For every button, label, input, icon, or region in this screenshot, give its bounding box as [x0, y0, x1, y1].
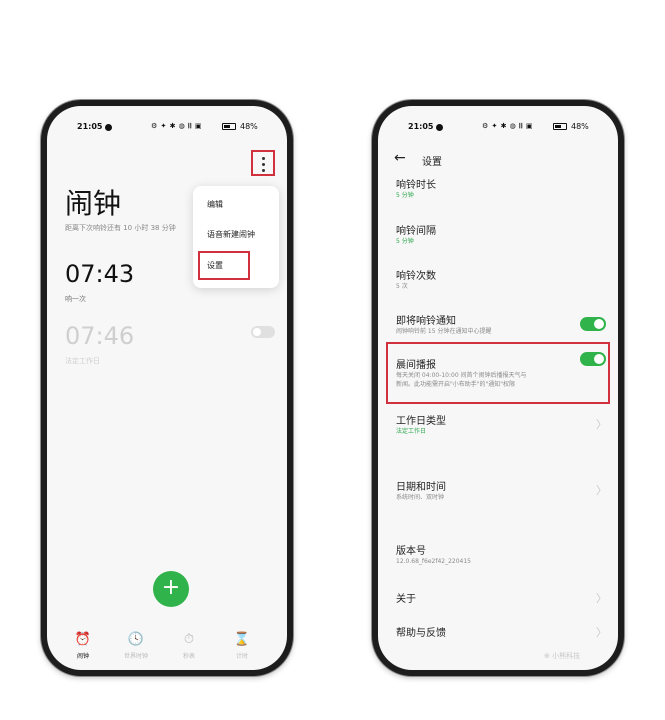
alarm-toggle[interactable] [251, 326, 275, 338]
setting-date-time[interactable]: 日期和时间 [396, 478, 446, 493]
alarm-repeat-label: 响一次 [65, 295, 86, 303]
setting-workday-type[interactable]: 工作日类型 [396, 412, 446, 427]
tab-timer[interactable]: ⌛ 计时 [218, 632, 266, 660]
stopwatch-icon: ⏱ [183, 632, 195, 647]
settings-screen: 21:05 ⚙ ✦ ✱ ◍ 𝄃𝄃 ▣ 48% ← 设置 响铃时长 5 分钟 响铃… [378, 106, 618, 670]
more-options-button[interactable] [251, 150, 275, 176]
status-icons: ⚙ ✦ ✱ ◍ 𝄃𝄃 ▣ [151, 122, 202, 130]
setting-morning-broadcast: 晨间播报 [396, 360, 436, 371]
phone-settings: 21:05 ⚙ ✦ ✱ ◍ 𝄃𝄃 ▣ 48% ← 设置 响铃时长 5 分钟 响铃… [372, 100, 624, 676]
watermark-text: ⊕ 小熊科技 [544, 652, 581, 660]
setting-description: 闹钟响铃前 15 分钟在通知中心提醒 [396, 328, 492, 335]
alarm-time[interactable]: 07:43 [65, 260, 134, 288]
tab-alarm[interactable]: ⏰ 闹钟 [59, 632, 107, 660]
camera-dot-icon [436, 124, 443, 131]
page-title: 闹钟 [65, 187, 122, 220]
tab-world-clock[interactable]: 🕓 世界时钟 [112, 632, 160, 660]
menu-item-settings[interactable]: 设置 [207, 260, 223, 271]
setting-help-feedback[interactable]: 帮助与反馈 [396, 624, 446, 639]
bottom-tab-bar: ⏰ 闹钟 🕓 世界时钟 ⏱ 秒表 ⌛ 计时 [47, 626, 287, 670]
camera-dot-icon [105, 124, 112, 131]
overflow-menu: 编辑 语音新建闹钟 设置 [193, 186, 279, 288]
setting-version: 版本号 [396, 546, 426, 557]
setting-upcoming-notification: 即将响铃通知 [396, 316, 456, 327]
setting-value: 系统时间、双时钟 [396, 494, 445, 501]
next-alarm-countdown: 距离下次响铃还有 10 小时 38 分钟 [65, 224, 176, 232]
hourglass-icon: ⌛ [233, 632, 251, 647]
version-number: 12.0.68_f6e2f42_220415 [396, 558, 471, 565]
more-dot-icon [261, 163, 265, 166]
page-title: 设置 [422, 157, 442, 168]
chevron-right-icon: 〉 [596, 626, 607, 639]
upcoming-notification-toggle[interactable] [580, 317, 606, 331]
status-time: 21:05 [408, 122, 434, 131]
alarm-clock-icon: ⏰ [74, 632, 92, 647]
setting-ring-interval[interactable]: 响铃间隔 [396, 222, 436, 237]
morning-broadcast-toggle[interactable] [580, 352, 606, 366]
status-bar: 21:05 ⚙ ✦ ✱ ◍ 𝄃𝄃 ▣ 48% [47, 122, 287, 136]
setting-description: 新闻。此功能需开启"小布助手"的"通知"权限 [396, 381, 516, 388]
back-arrow-icon[interactable]: ← [394, 150, 406, 166]
setting-value: 5 分钟 [396, 192, 414, 199]
menu-item-edit[interactable]: 编辑 [207, 199, 223, 210]
clock-icon: 🕓 [127, 632, 145, 647]
add-alarm-button[interactable]: + [153, 571, 189, 607]
setting-value: 5 分钟 [396, 238, 414, 245]
phone-clock: 21:05 ⚙ ✦ ✱ ◍ 𝄃𝄃 ▣ 48% 闹钟 距离下次响铃还有 10 小时… [41, 100, 293, 676]
tab-label: 计时 [235, 653, 248, 660]
status-bar: 21:05 ⚙ ✦ ✱ ◍ 𝄃𝄃 ▣ 48% [378, 122, 618, 136]
status-time: 21:05 [77, 122, 103, 131]
setting-description: 每天关闭 04:00-10:00 间首个闹钟后播报天气与 [396, 372, 527, 379]
more-dot-icon [261, 157, 265, 160]
chevron-right-icon: 〉 [596, 592, 607, 605]
setting-ring-duration[interactable]: 响铃时长 [396, 176, 436, 191]
battery-icon [553, 123, 567, 130]
more-dot-icon [261, 169, 265, 172]
setting-about[interactable]: 关于 [396, 590, 416, 605]
menu-item-voice-new-alarm[interactable]: 语音新建闹钟 [207, 229, 255, 240]
battery-percent: 48% [240, 122, 258, 131]
status-icons: ⚙ ✦ ✱ ◍ 𝄃𝄃 ▣ [482, 122, 533, 130]
alarm-repeat-label: 法定工作日 [65, 357, 100, 365]
tab-label: 世界时钟 [123, 653, 148, 660]
setting-ring-count[interactable]: 响铃次数 [396, 267, 436, 282]
chevron-right-icon: 〉 [596, 418, 607, 431]
alarm-time[interactable]: 07:46 [65, 322, 134, 350]
battery-percent: 48% [571, 122, 589, 131]
chevron-right-icon: 〉 [596, 484, 607, 497]
tab-label: 闹钟 [76, 653, 89, 660]
setting-value: 法定工作日 [396, 428, 427, 435]
tab-stopwatch[interactable]: ⏱ 秒表 [165, 632, 213, 660]
setting-value: 5 次 [396, 283, 408, 290]
tab-label: 秒表 [182, 653, 195, 660]
clock-screen: 21:05 ⚙ ✦ ✱ ◍ 𝄃𝄃 ▣ 48% 闹钟 距离下次响铃还有 10 小时… [47, 106, 287, 670]
highlight-box [198, 251, 250, 280]
battery-icon [222, 123, 236, 130]
